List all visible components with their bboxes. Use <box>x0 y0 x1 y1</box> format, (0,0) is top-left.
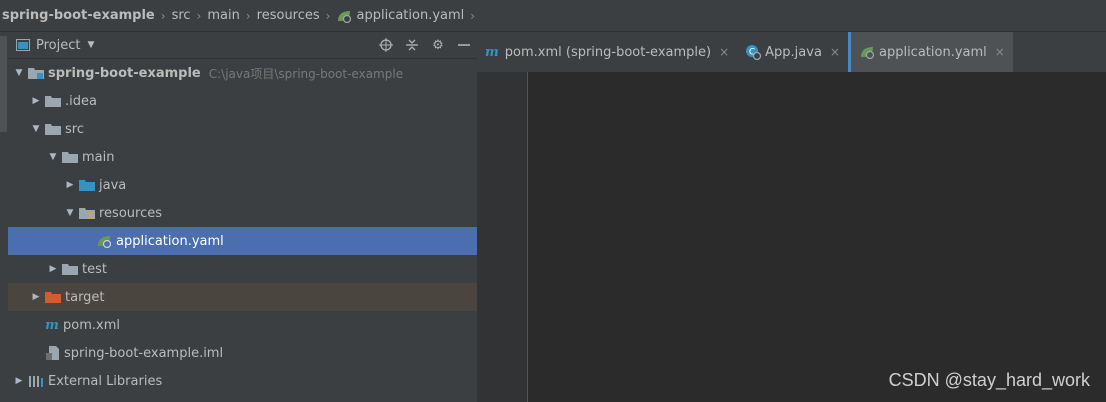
chevron-right-icon: › <box>470 8 476 23</box>
tree-item-label: application.yaml <box>116 233 224 249</box>
close-icon[interactable]: × <box>719 45 729 59</box>
source-folder-icon <box>79 180 95 191</box>
breadcrumb-project[interactable]: spring-boot-example <box>2 8 155 23</box>
collapsed-arrow-icon[interactable]: ▶ <box>29 292 43 302</box>
tab-label: App.java <box>765 44 822 60</box>
iml-file-icon <box>46 346 59 360</box>
editor-tabs: m pom.xml (spring-boot-example) × C App.… <box>477 32 1106 73</box>
tree-item-label: .idea <box>65 93 97 109</box>
spring-yaml-icon <box>338 10 352 23</box>
tab-application-yaml[interactable]: application.yaml × <box>847 32 1013 72</box>
folder-icon <box>45 96 61 107</box>
java-class-icon: C <box>746 45 762 60</box>
tree-item-main[interactable]: ▼ main <box>8 143 477 171</box>
project-tree: ▼ spring-boot-example C:\java项目\spring-b… <box>8 59 477 395</box>
tree-item-resources[interactable]: ▼ resources <box>8 199 477 227</box>
collapsed-arrow-icon[interactable]: ▶ <box>29 96 43 106</box>
collapsed-arrow-icon[interactable]: ▶ <box>63 180 77 190</box>
editor-area[interactable] <box>528 72 1106 402</box>
folder-icon <box>62 264 78 275</box>
tree-item-label: java <box>99 177 127 193</box>
folder-icon <box>45 124 61 135</box>
chevron-right-icon: › <box>245 8 251 23</box>
maven-icon: m <box>485 44 499 60</box>
project-panel-title[interactable]: Project <box>36 38 80 53</box>
tree-item-pom-xml[interactable]: m pom.xml <box>8 311 477 339</box>
breadcrumb-main[interactable]: main <box>207 8 239 23</box>
tree-item-label: target <box>65 289 105 305</box>
editor-gutter <box>477 72 528 402</box>
tree-item-src[interactable]: ▼ src <box>8 115 477 143</box>
tab-pom-xml[interactable]: m pom.xml (spring-boot-example) × <box>477 32 737 72</box>
expanded-arrow-icon[interactable]: ▼ <box>29 124 43 134</box>
expanded-arrow-icon[interactable]: ▼ <box>63 208 77 218</box>
project-panel-header: Project ▼ ⚙ <box>8 32 477 59</box>
collapsed-arrow-icon[interactable]: ▶ <box>46 264 60 274</box>
breadcrumb-resources[interactable]: resources <box>257 8 320 23</box>
tree-item-label: pom.xml <box>63 317 120 333</box>
tree-item-spring-boot-example[interactable]: ▼ spring-boot-example C:\java项目\spring-b… <box>8 59 477 87</box>
locate-icon[interactable] <box>373 38 399 52</box>
tree-item-label: src <box>65 121 84 137</box>
module-path: C:\java项目\spring-boot-example <box>208 66 404 81</box>
tree-item-idea[interactable]: ▶ .idea <box>8 87 477 115</box>
breadcrumb-file[interactable]: application.yaml <box>336 8 464 23</box>
tree-item-label: resources <box>99 205 163 221</box>
breadcrumb-file-label: application.yaml <box>356 8 465 23</box>
minimize-icon[interactable] <box>451 39 477 51</box>
chevron-right-icon: › <box>160 8 166 23</box>
chevron-right-icon: › <box>325 8 331 23</box>
project-view-icon <box>16 39 30 51</box>
resource-folder-icon <box>79 208 95 219</box>
tree-item-label: External Libraries <box>48 373 163 389</box>
tree-item-label: spring-boot-example.iml <box>64 345 224 361</box>
close-icon[interactable]: × <box>830 45 840 59</box>
project-tool-tab[interactable] <box>0 36 7 132</box>
tab-label: pom.xml (spring-boot-example) <box>504 44 712 60</box>
breadcrumb: spring-boot-example › src › main › resou… <box>0 0 1106 32</box>
watermark: CSDN @stay_hard_work <box>888 370 1090 390</box>
tab-label: application.yaml <box>878 44 987 60</box>
project-panel: Project ▼ ⚙ ▼ spring-boot-example C:\jav… <box>8 32 478 402</box>
tree-item-test[interactable]: ▶ test <box>8 255 477 283</box>
gear-icon[interactable]: ⚙ <box>425 38 451 53</box>
chevron-right-icon: › <box>196 8 202 23</box>
expanded-arrow-icon[interactable]: ▼ <box>46 152 60 162</box>
collapse-all-icon[interactable] <box>399 38 425 52</box>
collapsed-arrow-icon[interactable]: ▶ <box>12 376 26 386</box>
expanded-arrow-icon[interactable]: ▼ <box>12 68 26 78</box>
spring-yaml-icon <box>860 47 875 59</box>
chevron-down-icon[interactable]: ▼ <box>87 40 94 50</box>
libraries-icon <box>29 376 43 387</box>
tree-item-iml[interactable]: spring-boot-example.iml <box>8 339 477 367</box>
tree-item-external-libraries[interactable]: ▶ External Libraries <box>8 367 477 395</box>
spring-yaml-icon <box>98 236 112 248</box>
tree-item-application-yaml[interactable]: application.yaml <box>8 227 477 255</box>
breadcrumb-src[interactable]: src <box>172 8 191 23</box>
tree-item-label: test <box>82 261 107 277</box>
tree-item-target[interactable]: ▶ target <box>8 283 477 311</box>
tree-item-label: main <box>82 149 115 165</box>
tree-item-label: spring-boot-example <box>48 65 201 81</box>
maven-icon: m <box>45 317 59 333</box>
folder-icon <box>62 152 78 163</box>
tree-item-java[interactable]: ▶ java <box>8 171 477 199</box>
tab-app-java[interactable]: C App.java × <box>737 32 848 72</box>
close-icon[interactable]: × <box>995 45 1005 59</box>
excluded-folder-icon <box>45 292 61 303</box>
module-folder-icon <box>28 68 44 79</box>
